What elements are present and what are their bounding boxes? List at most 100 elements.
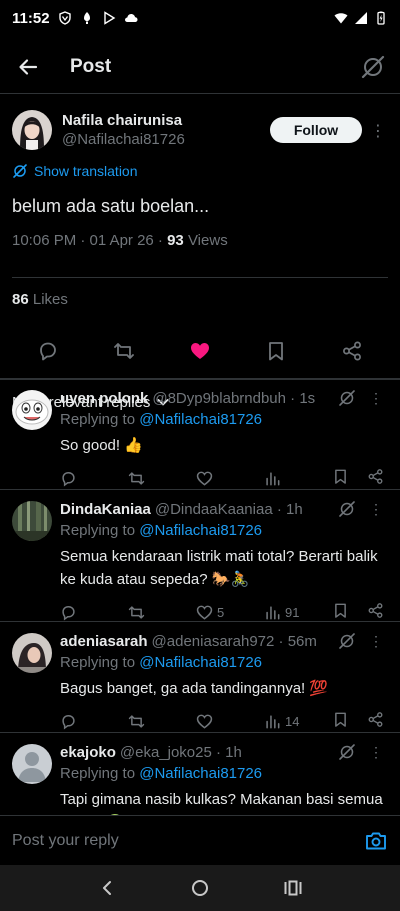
notification-icon [83,12,90,24]
views-button[interactable]: 91 [264,604,304,621]
reply-button[interactable] [60,470,100,487]
views-button[interactable] [264,470,304,487]
author-name[interactable]: Nafila chairunisa [62,112,185,129]
more-options-icon[interactable]: ⋮ [364,633,388,650]
reply-author-handle[interactable]: @8Dyp9blabrndbuh · 1s [152,390,315,407]
nav-recents-button[interactable] [273,868,313,908]
reply-action-bar: 5 91 [60,591,388,633]
reply-author-name[interactable]: adeniasarah [60,633,148,650]
mention-link[interactable]: @Nafilachai81726 [139,654,262,671]
grok-icon[interactable] [338,743,356,761]
author-handle[interactable]: @Nafilachai81726 [62,131,185,148]
bookmark-button[interactable] [332,468,349,489]
share-icon [368,711,383,727]
more-options-icon[interactable]: ⋮ [364,744,388,761]
nav-back-button[interactable] [87,868,127,908]
replying-prefix: Replying to [60,411,140,428]
share-icon [343,341,361,360]
arrow-left-icon [19,58,38,75]
share-button[interactable] [332,331,372,371]
grok-icon[interactable] [338,389,356,407]
back-button[interactable] [14,53,42,81]
grok-icon[interactable] [338,500,356,518]
repost-icon [114,342,134,359]
like-button[interactable] [196,713,236,730]
heart-icon [196,471,213,486]
avatar[interactable] [12,744,52,784]
replying-to: Replying to @Nafilachai81726 [60,652,388,674]
repost-button[interactable] [128,470,168,487]
replies-list: uyen polonk @8Dyp9blabrndbuh · 1s ⋮ Repl… [0,378,400,815]
reply-icon [62,471,75,487]
more-options-icon[interactable]: ⋮ [364,390,388,407]
chevron-left-icon [102,881,111,895]
mention-link[interactable]: @Nafilachai81726 [139,765,262,782]
mention-link[interactable]: @Nafilachai81726 [139,522,262,539]
avatar[interactable] [12,390,52,430]
camera-icon[interactable] [364,829,388,853]
reply-text: Bagus banget, ga ada tandingannya! 💯 [60,680,329,697]
main-post: Nafila chairunisa @Nafilachai81726 Follo… [0,94,400,424]
show-translation-link[interactable]: Show translation [12,160,388,182]
views-count: 14 [285,713,300,729]
follow-button[interactable]: Follow [270,117,362,143]
views-chart-icon [266,714,280,728]
reply-button[interactable] [28,331,68,371]
avatar[interactable] [12,633,52,673]
heart-filled-icon [191,342,209,359]
reply-author-name[interactable]: ekajoko [60,744,116,761]
repost-button[interactable] [104,331,144,371]
reply-author-name[interactable]: uyen polonk [60,390,148,407]
views-count: 91 [285,604,300,620]
reply-composer[interactable]: Post your reply [0,815,400,865]
show-translation-label: Show translation [34,163,138,179]
more-options-icon[interactable]: ⋮ [364,501,388,518]
reply-text: Semua kendaraan listrik mati total? Bera… [60,548,378,588]
share-button[interactable] [367,711,384,732]
views-button[interactable]: 14 [264,713,304,730]
replying-to: Replying to @Nafilachai81726 [60,763,388,785]
bookmark-icon [335,712,346,727]
like-button[interactable] [196,470,236,487]
views-chart-icon [266,605,280,619]
reply-item[interactable]: ekajoko @eka_joko25 · 1h ⋮ Replying to @… [0,733,400,815]
reply-author-handle[interactable]: @DindaaKaaniaa · 1h [155,501,303,518]
bookmark-button[interactable] [332,711,349,732]
likes-summary[interactable]: 86 Likes [12,278,388,322]
avatar[interactable] [12,110,52,150]
more-options-icon[interactable]: ⋮ [368,121,388,140]
reply-item[interactable]: uyen polonk @8Dyp9blabrndbuh · 1s ⋮ Repl… [0,379,400,490]
reply-button[interactable] [60,604,100,621]
reply-input[interactable]: Post your reply [12,832,364,850]
share-icon [368,468,383,484]
share-button[interactable] [367,602,384,623]
battery-icon [377,11,385,25]
post-text: belum ada satu boelan... [12,196,210,216]
bookmark-button[interactable] [256,331,296,371]
avatar[interactable] [12,501,52,541]
replying-prefix: Replying to [60,654,140,671]
reply-action-bar: 14 [60,700,388,742]
wifi-icon [334,13,348,24]
grok-icon[interactable] [360,54,386,80]
repost-button[interactable] [128,604,168,621]
top-app-bar: Post [0,40,400,94]
reply-author-name[interactable]: DindaKaniaa [60,501,151,518]
nav-home-button[interactable] [180,868,220,908]
reply-author-handle[interactable]: @adeniasarah972 · 56m [152,633,317,650]
reply-button[interactable] [60,713,100,730]
reply-icon [40,342,56,360]
like-button[interactable] [180,331,220,371]
likes-count: 86 [12,291,29,308]
reply-item[interactable]: adeniasarah @adeniasarah972 · 56m ⋮ Repl… [0,622,400,733]
grok-icon[interactable] [338,632,356,650]
reply-item[interactable]: DindaKaniaa @DindaaKaaniaa · 1h ⋮ Replyi… [0,490,400,622]
repost-button[interactable] [128,713,168,730]
mention-link[interactable]: @Nafilachai81726 [139,411,262,428]
reply-text: So good! 👍 [60,437,143,454]
like-button[interactable]: 5 [196,604,236,621]
reply-author-handle[interactable]: @eka_joko25 · 1h [120,744,242,761]
share-button[interactable] [367,468,384,489]
bookmark-button[interactable] [332,602,349,623]
replying-to: Replying to @Nafilachai81726 [60,409,388,431]
